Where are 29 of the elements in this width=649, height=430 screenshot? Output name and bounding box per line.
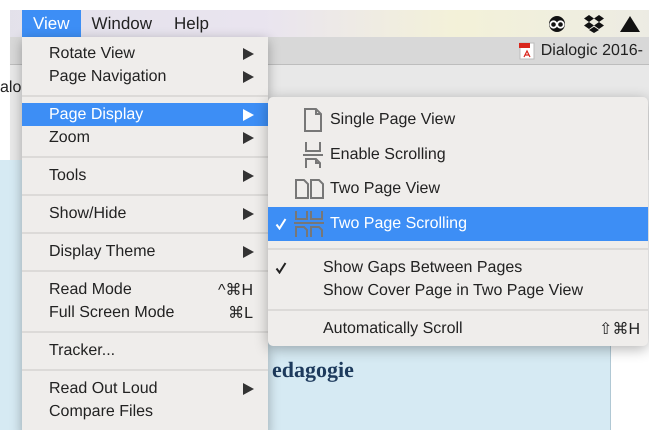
menu-item[interactable]: Full Screen Mode ⌘L xyxy=(22,301,268,324)
two-scrolling-pages-icon xyxy=(294,210,324,238)
menu-item[interactable]: Read Mode ^⌘H xyxy=(22,278,268,301)
menu-item[interactable]: Enable Scrolling xyxy=(268,138,648,172)
menu-item[interactable]: Page Navigation xyxy=(22,65,268,88)
menu-item[interactable]: Single Page View xyxy=(268,103,648,138)
menu-item[interactable]: Tracker... xyxy=(22,339,268,362)
menu-item[interactable]: Show Cover Page in Two Page View xyxy=(268,279,648,302)
menu-item[interactable]: Two Page View xyxy=(268,172,648,206)
page-icon xyxy=(302,107,324,134)
pdf-file-icon xyxy=(518,42,535,60)
menu-item[interactable]: Zoom xyxy=(22,126,268,149)
menu-item[interactable]: Display Theme xyxy=(22,240,268,263)
menu-item[interactable]: Rotate View xyxy=(22,42,268,65)
scrolling-pages-icon xyxy=(302,140,324,169)
sidebar-text: alo xyxy=(0,79,22,98)
two-pages-icon xyxy=(294,178,324,200)
menu-item[interactable]: Compare Files xyxy=(22,400,268,423)
menu-item[interactable]: Show Gaps Between Pages xyxy=(268,256,648,279)
menu-item[interactable]: Read Out Loud xyxy=(22,377,268,400)
menu-item[interactable]: Automatically Scroll ⇧⌘H xyxy=(268,317,648,340)
box-icon[interactable] xyxy=(583,14,605,34)
document-text: edagogie xyxy=(272,357,354,382)
menu-item[interactable]: Show/Hide xyxy=(22,202,268,225)
menu-bar-item[interactable]: Window xyxy=(80,10,164,37)
document-tab[interactable]: Dialogic 2016- xyxy=(518,37,643,64)
triangle-icon[interactable] xyxy=(619,14,641,32)
menu-item[interactable]: Tools xyxy=(22,164,268,187)
menu-bar-item[interactable]: Help xyxy=(163,10,220,37)
